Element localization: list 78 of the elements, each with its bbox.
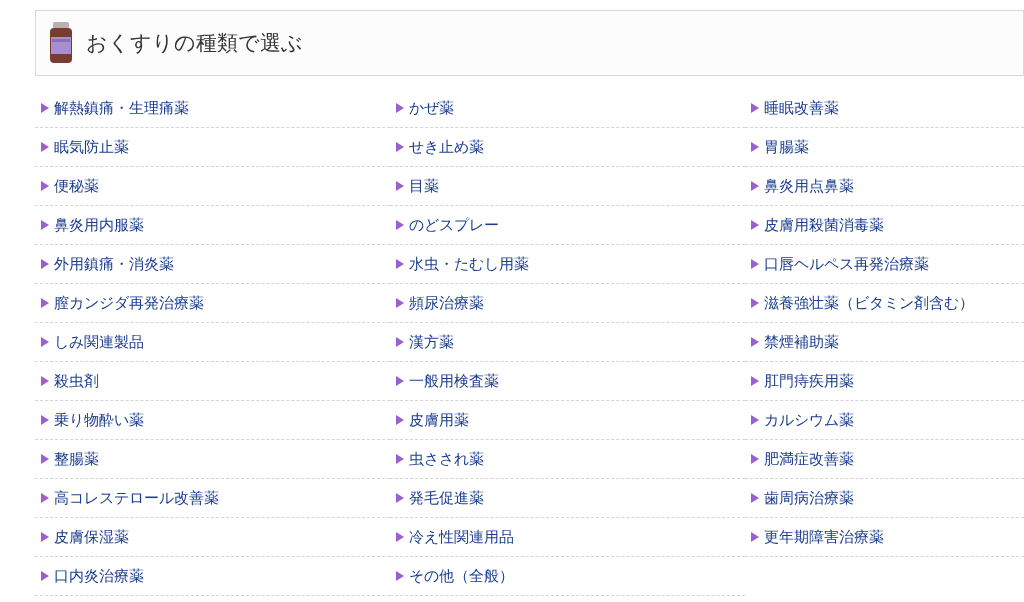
triangle-bullet-icon [396, 415, 404, 425]
triangle-bullet-icon [41, 337, 49, 347]
category-link[interactable]: せき止め薬 [396, 137, 484, 157]
category-link[interactable]: 鼻炎用内服薬 [41, 215, 144, 235]
triangle-bullet-icon [751, 532, 759, 542]
triangle-bullet-icon [751, 142, 759, 152]
triangle-bullet-icon [751, 181, 759, 191]
medicine-bottle-icon [48, 21, 74, 65]
category-link[interactable]: 歯周病治療薬 [751, 488, 854, 508]
category-link[interactable]: のどスプレー [396, 215, 499, 235]
triangle-bullet-icon [751, 376, 759, 386]
triangle-bullet-icon [751, 493, 759, 503]
category-link[interactable]: 殺虫剤 [41, 371, 99, 391]
triangle-bullet-icon [396, 298, 404, 308]
category-link[interactable]: 乗り物酔い薬 [41, 410, 144, 430]
triangle-bullet-icon [41, 493, 49, 503]
category-link[interactable]: 漢方薬 [396, 332, 454, 352]
triangle-bullet-icon [751, 454, 759, 464]
category-link[interactable]: 滋養強壮薬（ビタミン剤含む） [751, 293, 974, 313]
triangle-bullet-icon [41, 376, 49, 386]
triangle-bullet-icon [41, 181, 49, 191]
triangle-bullet-icon [41, 532, 49, 542]
category-link[interactable]: 肥満症改善薬 [751, 449, 854, 469]
triangle-bullet-icon [396, 181, 404, 191]
category-link[interactable]: 口唇ヘルペス再発治療薬 [751, 254, 929, 274]
triangle-bullet-icon [396, 376, 404, 386]
category-link[interactable]: かぜ薬 [396, 98, 454, 118]
category-link[interactable]: 解熱鎮痛・生理痛薬 [41, 98, 189, 118]
category-link[interactable]: 眠気防止薬 [41, 137, 129, 157]
triangle-bullet-icon [41, 259, 49, 269]
category-link[interactable]: カルシウム薬 [751, 410, 854, 430]
triangle-bullet-icon [41, 571, 49, 581]
triangle-bullet-icon [396, 103, 404, 113]
category-link[interactable]: 皮膚保湿薬 [41, 527, 129, 547]
category-link[interactable]: 頻尿治療薬 [396, 293, 484, 313]
triangle-bullet-icon [41, 415, 49, 425]
triangle-bullet-icon [41, 142, 49, 152]
category-link[interactable]: 目薬 [396, 176, 439, 196]
category-link[interactable]: 外用鎮痛・消炎薬 [41, 254, 174, 274]
triangle-bullet-icon [41, 454, 49, 464]
triangle-bullet-icon [396, 571, 404, 581]
category-link[interactable]: 睡眠改善薬 [751, 98, 839, 118]
category-link[interactable]: 冷え性関連用品 [396, 527, 514, 547]
triangle-bullet-icon [751, 103, 759, 113]
category-link[interactable]: 禁煙補助薬 [751, 332, 839, 352]
category-link[interactable]: 鼻炎用点鼻薬 [751, 176, 854, 196]
triangle-bullet-icon [41, 220, 49, 230]
category-link[interactable]: 発毛促進薬 [396, 488, 484, 508]
category-link[interactable]: 口内炎治療薬 [41, 566, 144, 586]
category-link[interactable]: 虫さされ薬 [396, 449, 484, 469]
triangle-bullet-icon [396, 532, 404, 542]
triangle-bullet-icon [396, 493, 404, 503]
category-link[interactable]: 皮膚用薬 [396, 410, 469, 430]
triangle-bullet-icon [396, 454, 404, 464]
category-link[interactable]: 高コレステロール改善薬 [41, 488, 219, 508]
category-link[interactable]: 更年期障害治療薬 [751, 527, 884, 547]
triangle-bullet-icon [751, 415, 759, 425]
category-link[interactable]: 便秘薬 [41, 176, 99, 196]
triangle-bullet-icon [751, 298, 759, 308]
category-link[interactable]: 皮膚用殺菌消毒薬 [751, 215, 884, 235]
section-title: おくすりの種類で選ぶ [86, 30, 303, 57]
category-link[interactable]: 肛門痔疾用薬 [751, 371, 854, 391]
triangle-bullet-icon [41, 103, 49, 113]
category-link[interactable]: 整腸薬 [41, 449, 99, 469]
triangle-bullet-icon [751, 220, 759, 230]
triangle-bullet-icon [751, 259, 759, 269]
triangle-bullet-icon [396, 259, 404, 269]
category-link[interactable]: 水虫・たむし用薬 [396, 254, 529, 274]
triangle-bullet-icon [396, 142, 404, 152]
category-link[interactable]: 胃腸薬 [751, 137, 809, 157]
category-link[interactable]: その他（全般） [396, 566, 514, 586]
category-link[interactable]: しみ関連製品 [41, 332, 144, 352]
triangle-bullet-icon [396, 337, 404, 347]
category-link[interactable]: 一般用検査薬 [396, 371, 499, 391]
triangle-bullet-icon [396, 220, 404, 230]
triangle-bullet-icon [751, 337, 759, 347]
triangle-bullet-icon [41, 298, 49, 308]
category-link[interactable]: 膣カンジダ再発治療薬 [41, 293, 204, 313]
